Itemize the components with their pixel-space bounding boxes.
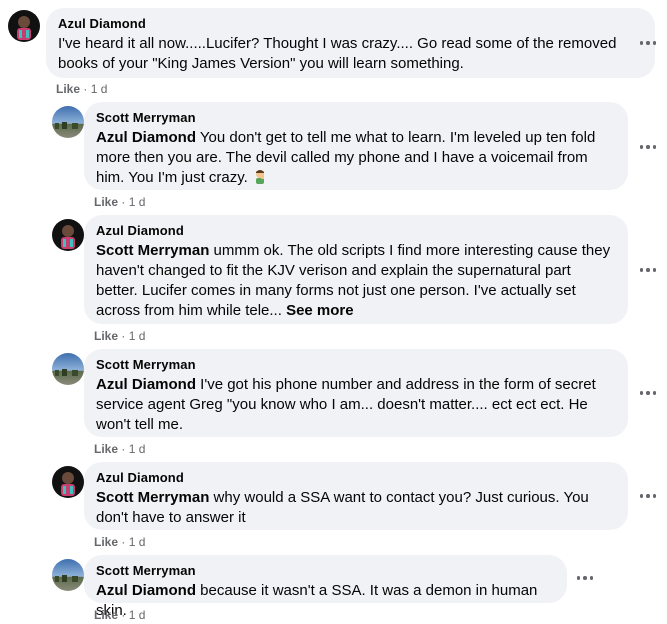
- reply-comment: Azul Diamond Scott Merryman why would a …: [0, 462, 667, 552]
- comment-bubble: Scott Merryman Azul Diamond because it w…: [84, 555, 567, 619]
- comment-timestamp[interactable]: 1 d: [129, 195, 146, 209]
- comment-text: Azul Diamond I've got his phone number a…: [96, 375, 616, 435]
- comment-timestamp[interactable]: 1 d: [129, 329, 146, 343]
- meta-separator: ·: [121, 442, 126, 456]
- comment-author[interactable]: Scott Merryman: [96, 357, 616, 373]
- more-options-icon[interactable]: [636, 135, 660, 159]
- like-button[interactable]: Like: [56, 82, 80, 96]
- reply-comment: Azul Diamond Scott Merryman ummm ok. The…: [0, 215, 667, 345]
- comment-text: Azul Diamond because it wasn't a SSA. It…: [96, 581, 555, 621]
- comment-author[interactable]: Scott Merryman: [96, 563, 555, 579]
- comment-bubble: Azul Diamond Scott Merryman ummm ok. The…: [84, 215, 628, 324]
- comment-meta: Like · 1 d: [56, 82, 107, 96]
- see-more-link[interactable]: See more: [286, 302, 354, 319]
- comment-author[interactable]: Scott Merryman: [96, 110, 616, 126]
- reply-comment: Scott Merryman Azul Diamond because it w…: [0, 555, 667, 624]
- comment-timestamp[interactable]: 1 d: [129, 608, 146, 622]
- comment-meta: Like · 1 d: [94, 329, 145, 343]
- like-button[interactable]: Like: [94, 535, 118, 549]
- comment-bubble: Scott Merryman Azul Diamond You don't ge…: [84, 102, 628, 190]
- more-options-icon[interactable]: [636, 31, 660, 55]
- like-button[interactable]: Like: [94, 329, 118, 343]
- more-options-icon[interactable]: [636, 484, 660, 508]
- meta-separator: ·: [121, 329, 126, 343]
- more-options-icon[interactable]: [636, 381, 660, 405]
- comment-text: I've heard it all now.....Lucifer? Thoug…: [58, 34, 643, 74]
- comment: Azul Diamond I've heard it all now.....L…: [0, 0, 667, 98]
- comment-timestamp[interactable]: 1 d: [129, 535, 146, 549]
- scott-merryman-avatar[interactable]: [52, 353, 84, 385]
- comment-bubble: Scott Merryman Azul Diamond I've got his…: [84, 349, 628, 437]
- azul-diamond-avatar[interactable]: [52, 219, 84, 251]
- comment-author[interactable]: Azul Diamond: [96, 223, 616, 239]
- mention-link[interactable]: Azul Diamond: [96, 376, 196, 393]
- comment-text: Azul Diamond You don't get to tell me wh…: [96, 128, 616, 188]
- azul-diamond-avatar[interactable]: [52, 466, 84, 498]
- comment-author[interactable]: Azul Diamond: [58, 16, 643, 32]
- reply-comment: Scott Merryman Azul Diamond I've got his…: [0, 349, 667, 459]
- like-button[interactable]: Like: [94, 442, 118, 456]
- person-facepalming-emoji: [252, 168, 268, 184]
- mention-link[interactable]: Scott Merryman: [96, 489, 209, 506]
- mention-link[interactable]: Azul Diamond: [96, 129, 196, 146]
- comment-meta: Like · 1 d: [94, 535, 145, 549]
- comment-bubble: Azul Diamond I've heard it all now.....L…: [46, 8, 655, 78]
- comment-bubble: Azul Diamond Scott Merryman why would a …: [84, 462, 628, 530]
- mention-link[interactable]: Azul Diamond: [96, 582, 196, 599]
- reply-comment: Scott Merryman Azul Diamond You don't ge…: [0, 102, 667, 212]
- meta-separator: ·: [121, 535, 126, 549]
- more-options-icon[interactable]: [573, 566, 597, 590]
- comment-author[interactable]: Azul Diamond: [96, 470, 616, 486]
- like-button[interactable]: Like: [94, 608, 118, 622]
- comment-body-text: I've heard it all now.....Lucifer? Thoug…: [58, 35, 617, 72]
- meta-separator: ·: [121, 195, 126, 209]
- comment-timestamp[interactable]: 1 d: [91, 82, 108, 96]
- meta-separator: ·: [83, 82, 88, 96]
- mention-link[interactable]: Scott Merryman: [96, 242, 209, 259]
- comment-text: Scott Merryman why would a SSA want to c…: [96, 488, 616, 528]
- comment-timestamp[interactable]: 1 d: [129, 442, 146, 456]
- more-options-icon[interactable]: [636, 258, 660, 282]
- scott-merryman-avatar[interactable]: [52, 559, 84, 591]
- meta-separator: ·: [121, 608, 126, 622]
- like-button[interactable]: Like: [94, 195, 118, 209]
- azul-diamond-avatar[interactable]: [8, 10, 40, 42]
- comment-text: Scott Merryman ummm ok. The old scripts …: [96, 241, 616, 321]
- comment-meta: Like · 1 d: [94, 195, 145, 209]
- comment-meta: Like · 1 d: [94, 442, 145, 456]
- comment-meta: Like · 1 d: [94, 608, 145, 622]
- scott-merryman-avatar[interactable]: [52, 106, 84, 138]
